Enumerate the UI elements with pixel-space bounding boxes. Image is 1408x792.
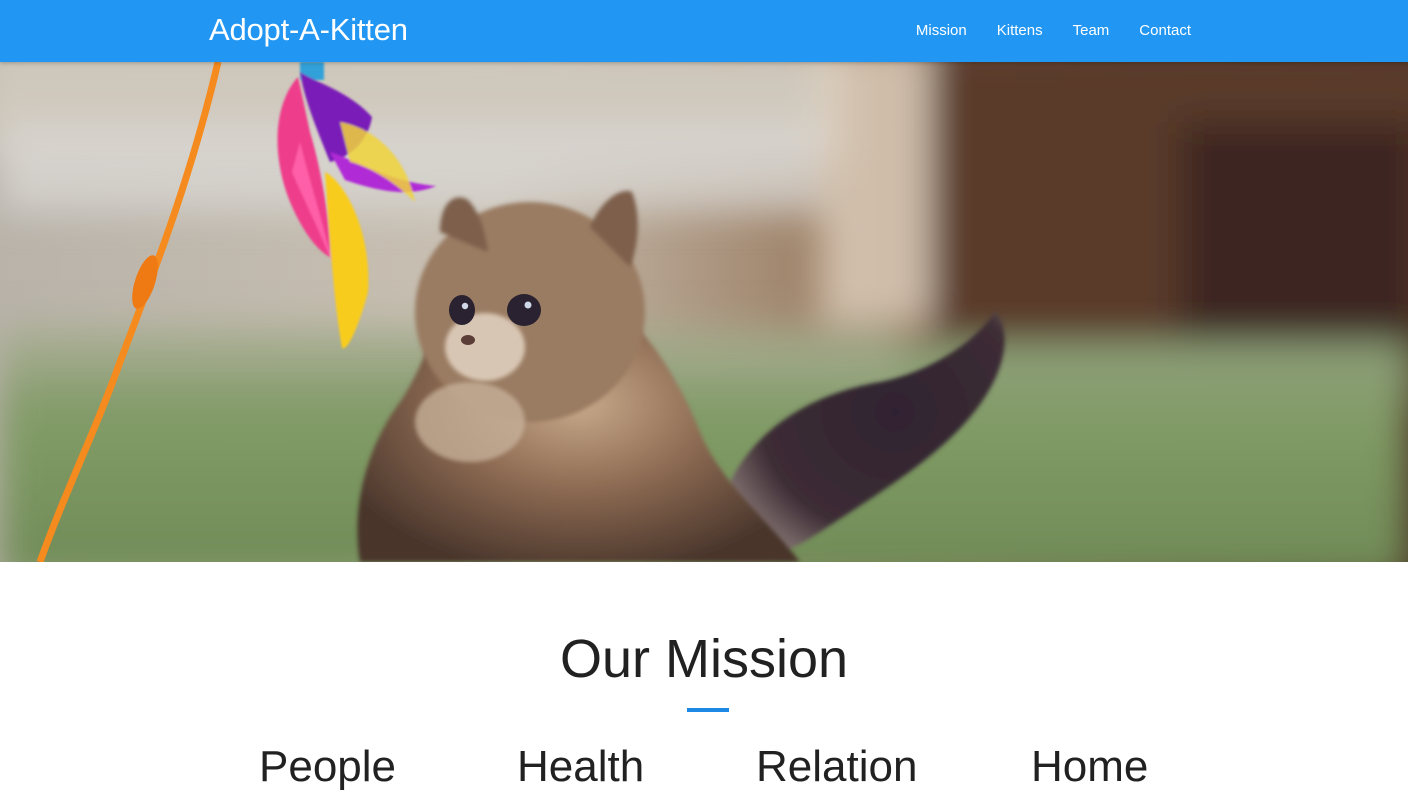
mission-item-people: People — [259, 742, 397, 791]
nav-menu: Mission Kittens Team Contact — [916, 0, 1191, 62]
nav-item-mission: Mission — [916, 22, 967, 40]
top-navbar: Adopt-A-Kitten Mission Kittens Team Cont… — [0, 0, 1408, 62]
mission-item-home: Home — [1031, 742, 1149, 791]
mission-section: Our Mission People Health Relation Home — [0, 562, 1408, 791]
hero-image — [0, 62, 1408, 562]
nav-item-team: Team — [1073, 22, 1110, 40]
nav-link-team[interactable]: Team — [1073, 22, 1110, 39]
mission-title: Our Mission — [559, 629, 849, 689]
nav-item-contact: Contact — [1139, 22, 1191, 40]
mission-divider — [687, 708, 729, 712]
kitten-photo — [0, 62, 1408, 562]
nav-link-kittens[interactable]: Kittens — [997, 22, 1043, 39]
mission-item-health: Health — [517, 742, 645, 791]
nav-link-contact[interactable]: Contact — [1139, 22, 1191, 39]
nav-item-kittens: Kittens — [997, 22, 1043, 40]
brand-logo-link[interactable]: Adopt-A-Kitten — [209, 12, 408, 48]
mission-item-relation: Relation — [756, 742, 918, 791]
nav-link-mission[interactable]: Mission — [916, 22, 967, 39]
